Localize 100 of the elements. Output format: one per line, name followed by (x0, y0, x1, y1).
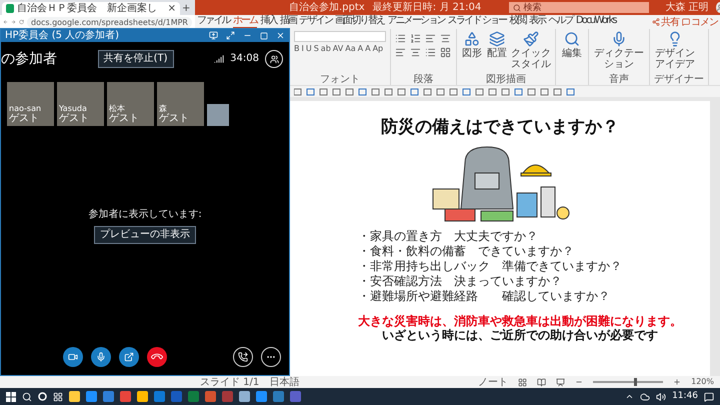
close-icon[interactable] (276, 31, 285, 40)
font-name-field[interactable] (294, 31, 386, 42)
ribbon-button[interactable]: 配置 (486, 31, 508, 59)
present-icon[interactable] (209, 31, 218, 40)
zoom-percent: 120% (691, 377, 714, 387)
signal-icon (214, 54, 224, 64)
ribbon-tab[interactable]: ファイル (197, 15, 230, 29)
volume-icon[interactable] (656, 392, 666, 402)
hang-up-button[interactable] (147, 347, 167, 367)
windows-logo-icon[interactable] (6, 392, 16, 402)
participants-icon[interactable] (265, 50, 283, 68)
browser-tab[interactable]: 自治会ＨＰ委員会 新企画案し × (2, 2, 180, 15)
ribbon-button[interactable]: 図形 (461, 31, 483, 59)
ribbon-tab[interactable]: ヘルプ (548, 15, 573, 29)
format-button[interactable]: I (302, 44, 304, 54)
forward-icon[interactable] (11, 18, 16, 26)
app-icon[interactable] (69, 391, 80, 402)
new-tab-button[interactable]: + (182, 3, 190, 15)
ribbon-tab[interactable]: 表示 (528, 15, 546, 29)
self-video-tile (207, 104, 229, 126)
app-icon[interactable] (137, 391, 148, 402)
expand-icon[interactable] (226, 31, 235, 40)
search-field[interactable]: 検索 (509, 2, 650, 13)
notification-icon[interactable] (704, 392, 714, 402)
format-button[interactable]: A (365, 44, 371, 54)
shapes-icon (464, 31, 480, 47)
file-name: 自治会参加.pptx (289, 2, 365, 14)
zoom-in-icon[interactable] (673, 378, 682, 386)
participant-role: ゲスト (159, 113, 190, 124)
tab-close-button[interactable]: × (168, 2, 176, 14)
stop-sharing-button[interactable]: 共有を停止(T) (98, 50, 174, 68)
hide-preview-button[interactable]: プレビューの非表示 (94, 226, 196, 244)
ribbon-button[interactable]: デザインアイデア (654, 31, 696, 70)
format-button[interactable]: Ap (372, 44, 384, 54)
presenting-text: 参加者に表示しています: (88, 209, 202, 221)
format-button[interactable]: U (306, 44, 312, 54)
share-button[interactable] (119, 347, 139, 367)
participant-name: nao-san (9, 104, 42, 113)
paragraph-icon[interactable] (425, 33, 436, 44)
task-view-icon[interactable] (53, 392, 63, 402)
sheets-icon (6, 4, 14, 13)
paragraph-icon[interactable] (410, 47, 421, 58)
search-icon (564, 31, 580, 47)
ribbon-tab[interactable]: デザイン (299, 15, 332, 29)
cloud-icon[interactable] (640, 392, 650, 402)
app-icon[interactable] (103, 391, 114, 402)
view-icon[interactable] (556, 378, 566, 386)
ribbon-button[interactable]: 編集 (560, 31, 584, 59)
app-icon[interactable] (86, 391, 97, 402)
paragraph-icon[interactable] (425, 47, 436, 58)
comment-button[interactable]: コメン (682, 16, 718, 28)
format-button[interactable]: Aa (345, 44, 356, 54)
paragraph-icon[interactable] (410, 33, 421, 44)
search-icon[interactable] (22, 392, 32, 402)
address-bar[interactable]: docs.google.com/spreadsheets/d/1MPR (27, 16, 192, 28)
paintbrush-icon (523, 31, 539, 47)
circle-icon[interactable] (38, 392, 47, 401)
bullet-text: ・非常用持ち出しバック 準備できていますか？ (358, 259, 622, 274)
app-icon[interactable] (239, 391, 250, 402)
ribbon-tab[interactable]: 画面切り替え (335, 15, 384, 29)
ribbon-tab[interactable]: DocuWorks (576, 15, 616, 29)
ribbon-tab[interactable]: 描画 (280, 15, 296, 29)
format-button[interactable]: S (314, 44, 319, 54)
chevron-icon[interactable] (625, 392, 634, 401)
format-button[interactable]: A (358, 44, 364, 54)
reload-icon[interactable] (19, 18, 24, 26)
view-icon[interactable] (537, 378, 546, 386)
notes-button[interactable]: ノート (478, 376, 508, 388)
format-button[interactable]: ab (320, 44, 331, 54)
format-button[interactable]: B (294, 44, 300, 54)
app-icon[interactable] (120, 391, 131, 402)
share-button[interactable]: 共有 (652, 16, 679, 28)
participant-role: ゲスト (59, 113, 90, 124)
paragraph-icon[interactable] (440, 33, 451, 44)
maximize-icon[interactable] (260, 32, 268, 40)
ribbon-tab[interactable]: 校閲 (509, 15, 526, 29)
app-icon[interactable] (256, 391, 267, 402)
participant-name: 森 (159, 104, 168, 113)
app-icon[interactable] (205, 391, 216, 402)
paragraph-icon[interactable] (440, 47, 451, 58)
format-button[interactable]: AV (332, 44, 344, 54)
paragraph-icon[interactable] (395, 33, 406, 44)
ribbon-button[interactable]: クイックスタイル (511, 31, 551, 70)
slider-thumb[interactable] (634, 378, 638, 386)
video-button[interactable] (63, 347, 83, 367)
search-icon (513, 4, 522, 12)
camera-icon (68, 352, 78, 362)
participant-role: ゲスト (109, 113, 140, 124)
back-icon[interactable] (3, 18, 8, 26)
view-icon[interactable] (518, 378, 528, 386)
ribbon-tab[interactable]: アニメーション (387, 15, 445, 29)
call-controls-button[interactable] (233, 347, 253, 367)
more-button[interactable] (261, 347, 281, 367)
group-label: フォント (319, 74, 361, 85)
participant-name: Yasuda (59, 104, 88, 113)
ribbon-tab[interactable]: スライド ショー (448, 15, 506, 29)
paragraph-icon[interactable] (395, 47, 406, 58)
ribbon-tab[interactable]: 挿入 (260, 15, 277, 29)
mic-button[interactable] (91, 347, 111, 367)
ribbon-button[interactable]: ディクテーション (593, 31, 645, 70)
